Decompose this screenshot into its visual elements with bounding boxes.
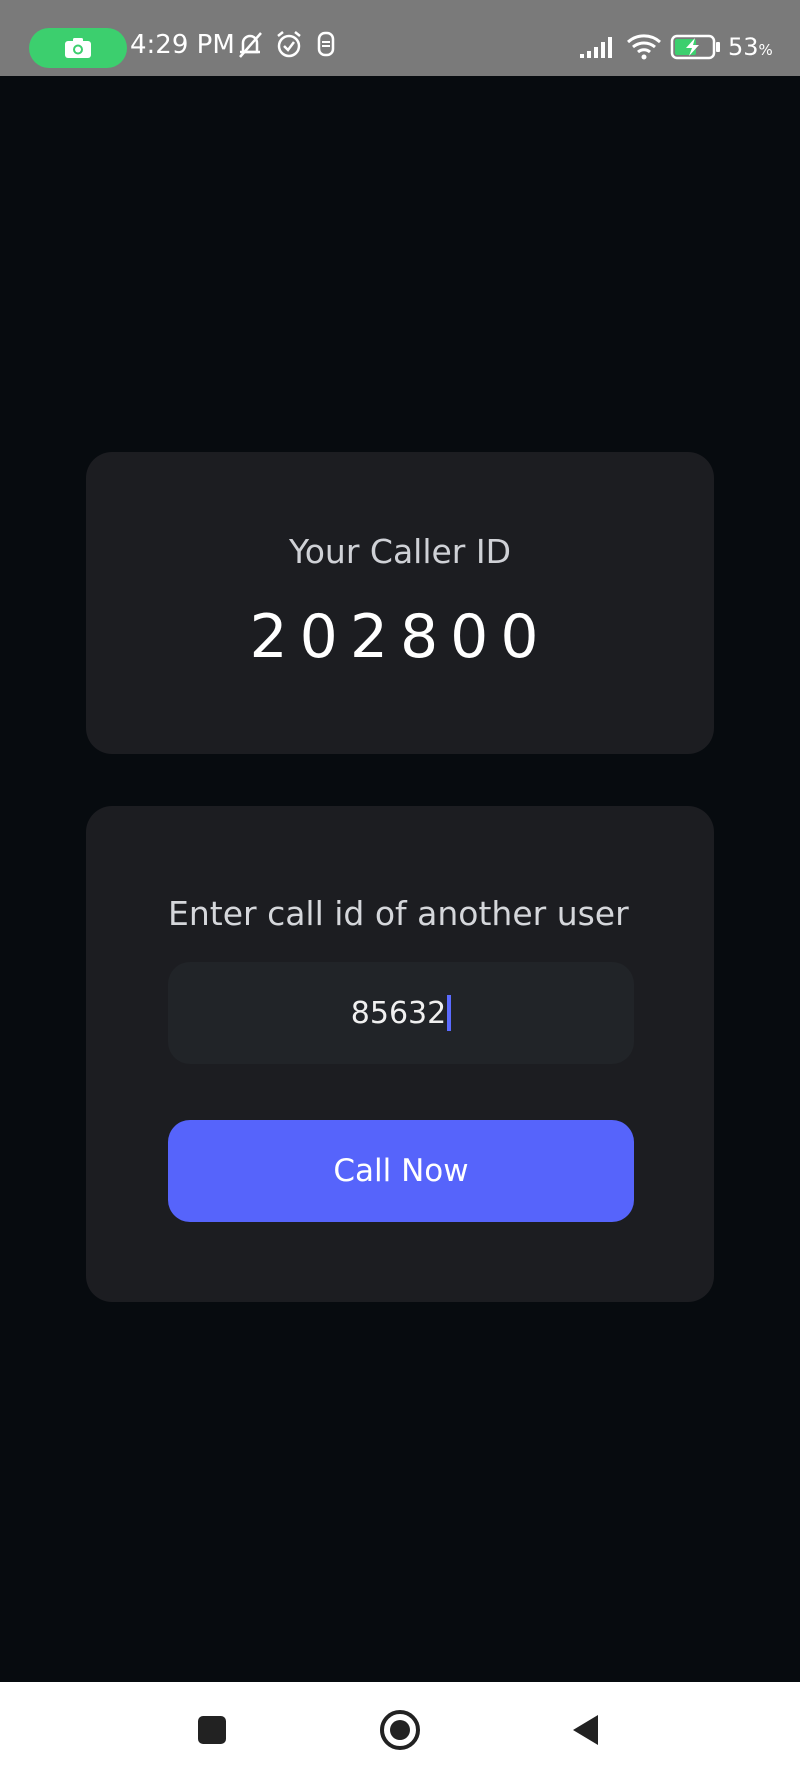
home-circle-icon bbox=[380, 1710, 420, 1750]
caller-id-value: 202800 bbox=[249, 602, 551, 672]
notification-icon bbox=[317, 31, 335, 57]
call-id-label: Enter call id of another user bbox=[168, 894, 629, 933]
status-bar: 4:29 PM 53% bbox=[0, 0, 800, 76]
status-time: 4:29 PM bbox=[130, 30, 235, 60]
battery-charging-icon bbox=[670, 34, 720, 60]
caller-id-card: Your Caller ID 202800 bbox=[86, 452, 714, 754]
wifi-icon bbox=[627, 34, 661, 60]
home-button[interactable] bbox=[374, 1704, 426, 1756]
text-cursor bbox=[447, 995, 452, 1031]
back-button[interactable] bbox=[560, 1704, 612, 1756]
bell-off-icon bbox=[239, 32, 262, 58]
call-id-input-value: 85632 bbox=[350, 995, 447, 1031]
camera-icon bbox=[65, 38, 91, 58]
recents-button[interactable] bbox=[186, 1704, 238, 1756]
recents-square-icon bbox=[198, 1716, 226, 1744]
call-id-input[interactable]: 85632 bbox=[168, 962, 634, 1064]
screen-recorder-pill[interactable] bbox=[29, 28, 127, 68]
navigation-bar bbox=[0, 1682, 800, 1778]
call-card: Enter call id of another user 85632 Call… bbox=[86, 806, 714, 1302]
alarm-icon bbox=[277, 31, 301, 58]
caller-id-label: Your Caller ID bbox=[288, 532, 512, 571]
signal-icon bbox=[580, 37, 612, 58]
call-now-button[interactable]: Call Now bbox=[168, 1120, 634, 1222]
battery-percent: 53% bbox=[728, 33, 773, 61]
back-triangle-icon bbox=[573, 1715, 598, 1745]
